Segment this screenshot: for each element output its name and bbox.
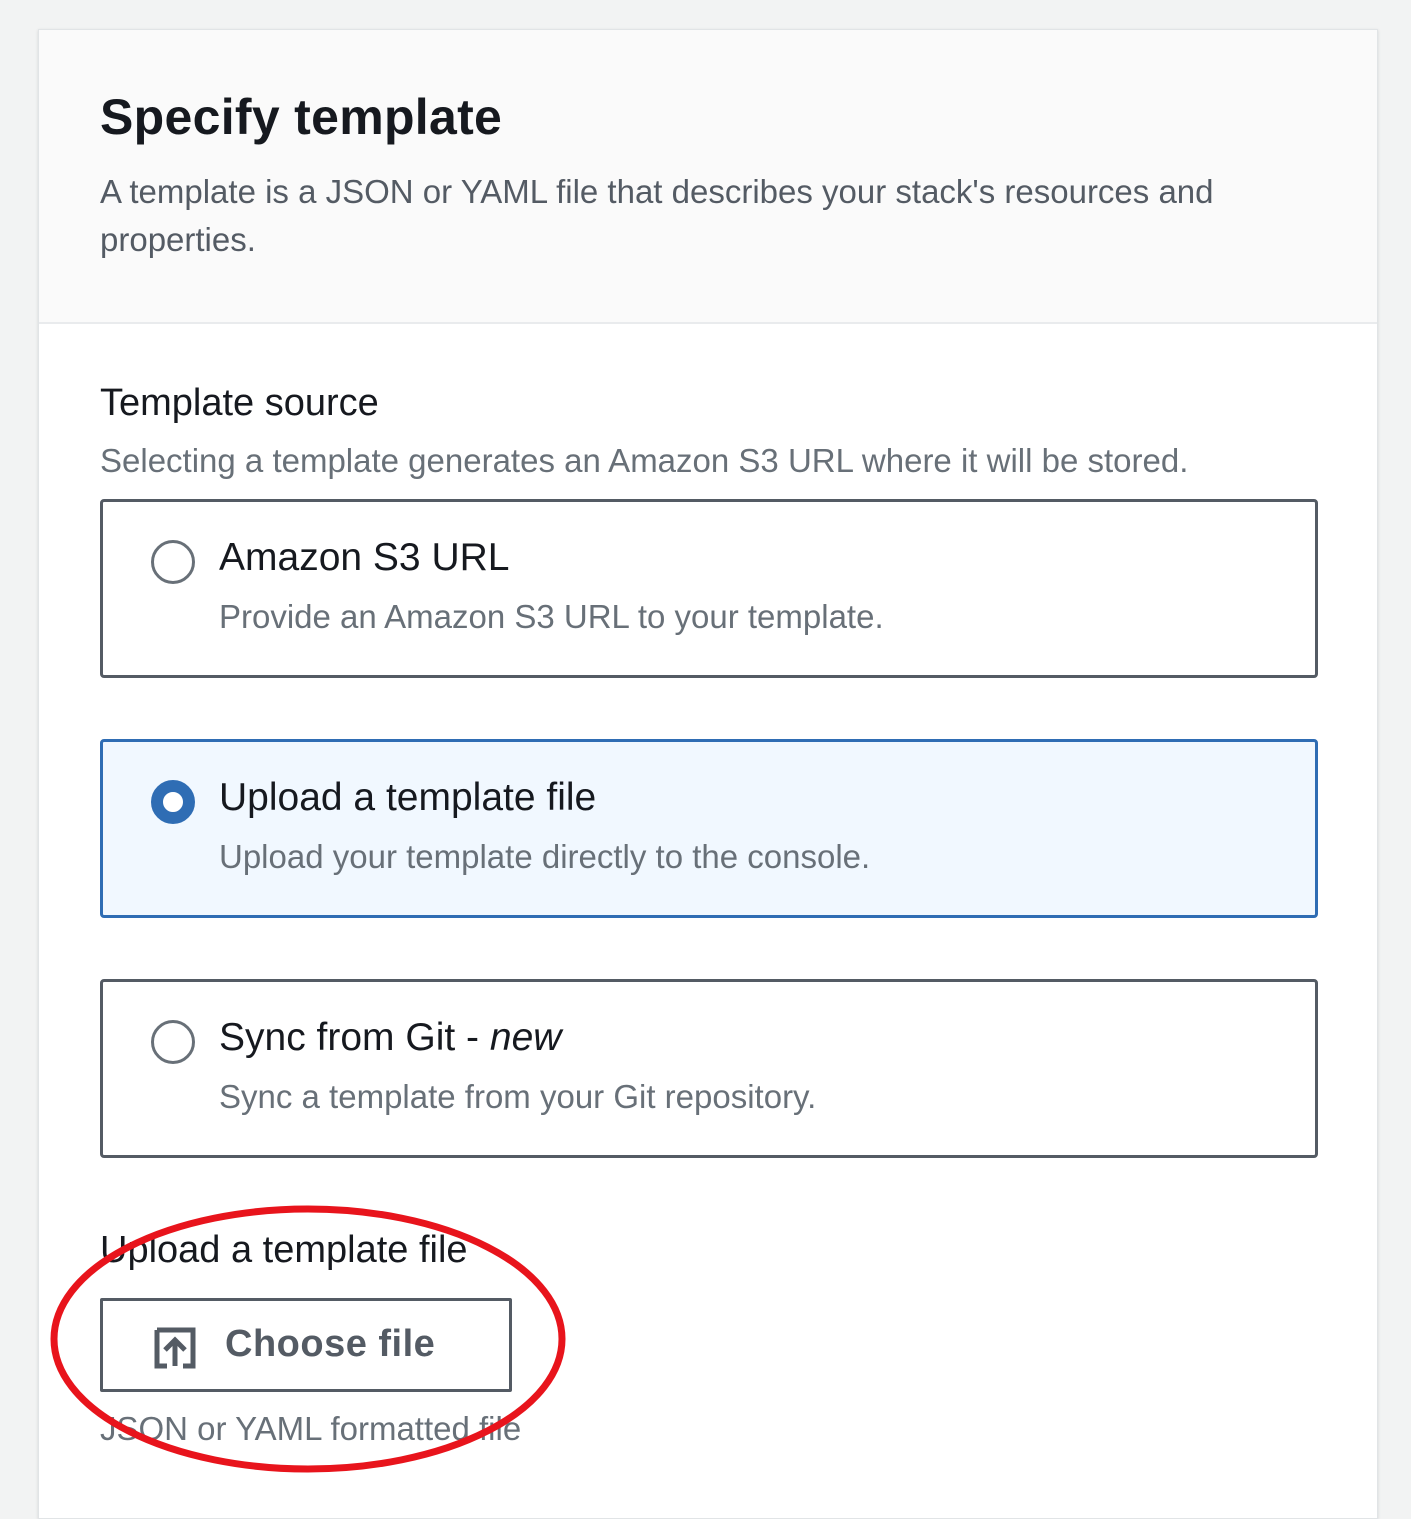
- radio-sync-from-git[interactable]: [151, 1020, 195, 1064]
- radio-upload-template-file[interactable]: [151, 780, 195, 824]
- specify-template-panel: Specify template A template is a JSON or…: [38, 29, 1378, 1519]
- option-label: Upload a template file: [219, 776, 597, 819]
- option-description: Upload your template directly to the con…: [219, 838, 871, 875]
- template-source-description: Selecting a template generates an Amazon…: [100, 442, 1189, 479]
- template-source-label: Template source: [100, 382, 379, 424]
- option-amazon-s3-url[interactable]: Amazon S3 URL Provide an Amazon S3 URL t…: [100, 499, 1318, 678]
- choose-file-label: Choose file: [225, 1323, 436, 1365]
- option-description: Provide an Amazon S3 URL to your templat…: [219, 598, 884, 635]
- option-label: Sync from Git - new: [219, 1016, 562, 1059]
- file-format-hint: JSON or YAML formatted file: [100, 1410, 522, 1447]
- option-description: Sync a template from your Git repository…: [219, 1078, 817, 1115]
- option-upload-template-file[interactable]: Upload a template file Upload your templ…: [100, 739, 1318, 918]
- upload-template-file-label: Upload a template file: [100, 1229, 468, 1271]
- new-tag: new: [489, 1016, 562, 1059]
- page-description: A template is a JSON or YAML file that d…: [100, 173, 1214, 258]
- page-title: Specify template: [100, 89, 503, 145]
- panel-header: Specify template A template is a JSON or…: [39, 30, 1377, 324]
- option-sync-from-git[interactable]: Sync from Git - new Sync a template from…: [100, 979, 1318, 1158]
- option-label: Amazon S3 URL: [219, 536, 510, 579]
- radio-amazon-s3-url[interactable]: [151, 540, 195, 584]
- upload-icon: [154, 1327, 196, 1369]
- choose-file-button[interactable]: Choose file: [100, 1298, 512, 1392]
